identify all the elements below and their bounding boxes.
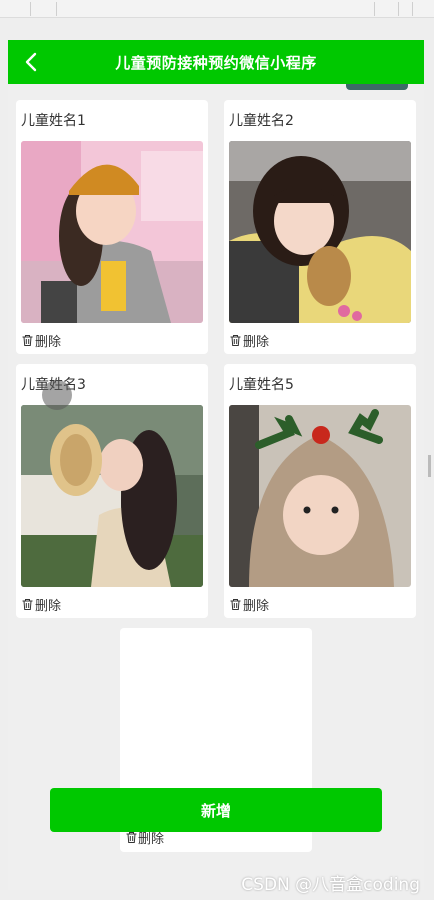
child-card: 儿童姓名5 删除 xyxy=(224,364,416,618)
nav-bar: 儿童预防接种预约微信小程序 xyxy=(8,40,424,84)
delete-button[interactable]: 删除 xyxy=(229,595,269,614)
child-photo xyxy=(21,141,203,323)
trash-icon xyxy=(126,832,137,843)
delete-label: 删除 xyxy=(35,599,62,614)
delete-button[interactable]: 删除 xyxy=(21,595,61,614)
child-photo xyxy=(229,141,411,323)
child-name: 儿童姓名5 xyxy=(229,377,294,393)
trash-icon xyxy=(22,599,33,610)
delete-label: 删除 xyxy=(35,335,62,350)
mini-program-screen: 儿童预防接种预约微信小程序 儿童姓名1 删除 儿童姓名2 删除 删除 儿童姓名5… xyxy=(8,40,424,890)
child-card: 儿童姓名2 删除 xyxy=(224,100,416,354)
add-button[interactable]: 新增 xyxy=(50,788,382,832)
child-name: 儿童姓名1 xyxy=(21,113,86,129)
child-photo xyxy=(229,405,411,587)
hidden-button-edge xyxy=(346,84,408,90)
trash-icon xyxy=(22,335,33,346)
scrollbar-thumb[interactable] xyxy=(428,455,431,477)
touch-cursor xyxy=(42,380,72,410)
child-name: 儿童姓名2 xyxy=(229,113,294,129)
delete-label: 删除 xyxy=(243,335,270,350)
delete-button[interactable]: 删除 xyxy=(229,331,269,350)
chevron-left-icon[interactable] xyxy=(20,50,44,74)
child-card: 儿童姓名1 删除 xyxy=(16,100,208,354)
page-title: 儿童预防接种预约微信小程序 xyxy=(115,53,317,72)
delete-button[interactable]: 删除 xyxy=(21,331,61,350)
watermark: CSDN @八音盒coding xyxy=(241,875,420,895)
child-photo xyxy=(21,405,203,587)
delete-label: 删除 xyxy=(243,599,270,614)
top-ruler xyxy=(0,0,434,18)
trash-icon xyxy=(230,599,241,610)
trash-icon xyxy=(230,335,241,346)
